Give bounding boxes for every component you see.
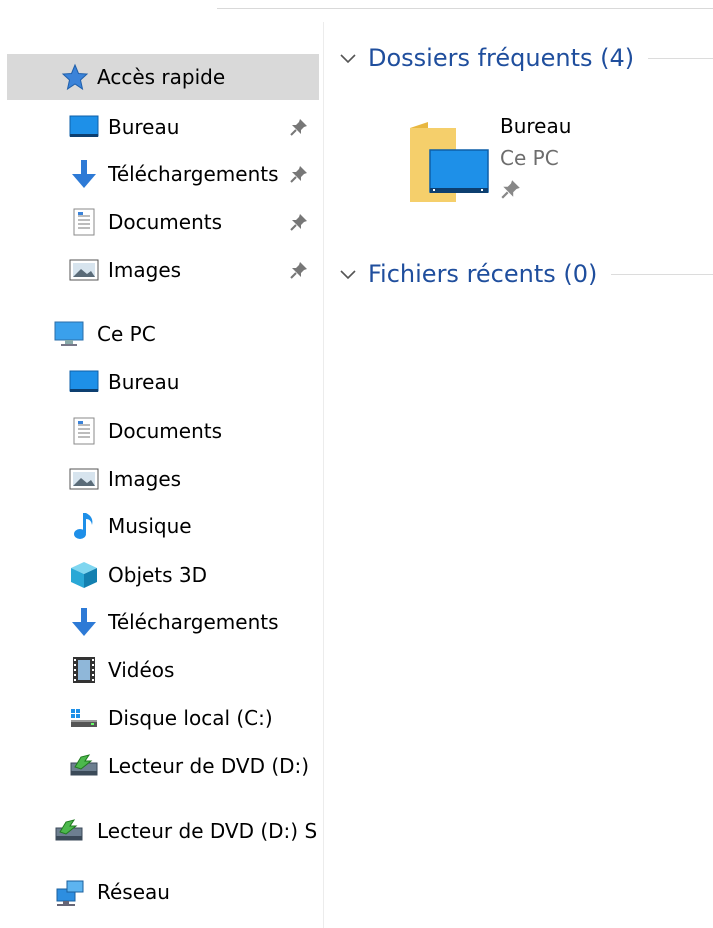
nav-label: Lecteur de DVD (D:) — [108, 754, 310, 778]
nav-pc-images[interactable]: Images — [7, 456, 319, 502]
star-icon — [59, 61, 91, 93]
nav-label: Musique — [108, 514, 192, 538]
nav-label: Objets 3D — [108, 563, 208, 587]
downloads-icon — [68, 606, 100, 638]
desktop-icon — [68, 366, 100, 398]
tile-location: Ce PC — [500, 146, 559, 170]
pin-icon — [500, 178, 522, 200]
nav-quick-images[interactable]: Images — [7, 247, 319, 293]
nav-network[interactable]: Réseau — [7, 869, 319, 915]
nav-pc-local-disk[interactable]: Disque local (C:) — [7, 695, 319, 741]
nav-label: Images — [108, 258, 182, 282]
desktop-icon — [68, 111, 100, 143]
pin-icon[interactable] — [289, 260, 309, 280]
computer-icon — [53, 318, 85, 350]
nav-label: Disque local (C:) — [108, 706, 273, 730]
nav-label: Bureau — [108, 370, 180, 394]
nav-label: Documents — [108, 419, 223, 443]
nav-pc-downloads[interactable]: Téléchargements — [7, 599, 319, 645]
nav-label: Bureau — [108, 115, 180, 139]
pin-icon[interactable] — [289, 117, 309, 137]
nav-label: Accès rapide — [97, 65, 226, 89]
nav-quick-bureau[interactable]: Bureau — [7, 104, 319, 150]
nav-quick-documents[interactable]: Documents — [7, 199, 319, 245]
nav-pc-3d-objects[interactable]: Objets 3D — [7, 552, 319, 598]
pin-icon[interactable] — [289, 164, 309, 184]
documents-icon — [68, 415, 100, 447]
group-title: Dossiers fréquents (4) — [368, 44, 635, 72]
pin-icon[interactable] — [289, 212, 309, 232]
nav-pc-bureau[interactable]: Bureau — [7, 359, 319, 405]
local-disk-icon — [68, 702, 100, 734]
tile-name: Bureau — [500, 114, 572, 138]
network-icon — [53, 876, 85, 908]
nav-quick-downloads[interactable]: Téléchargements — [7, 151, 319, 197]
videos-icon — [68, 654, 100, 686]
nav-quick-access[interactable]: Accès rapide — [7, 54, 319, 100]
dvd-drive-icon — [53, 815, 85, 847]
nav-label: Réseau — [97, 880, 170, 904]
3d-objects-icon — [68, 559, 100, 591]
nav-pc-music[interactable]: Musique — [7, 503, 319, 549]
music-icon — [68, 510, 100, 542]
nav-label: Images — [108, 467, 182, 491]
nav-label: Vidéos — [108, 658, 175, 682]
group-header-recent[interactable]: Fichiers récents (0) — [338, 260, 713, 288]
nav-this-pc[interactable]: Ce PC — [7, 311, 319, 357]
images-icon — [68, 254, 100, 286]
folder-tile-bureau[interactable]: Bureau Ce PC — [406, 110, 666, 206]
group-header-frequent[interactable]: Dossiers fréquents (4) — [338, 44, 713, 72]
nav-pc-documents[interactable]: Documents — [7, 408, 319, 454]
nav-label: Documents — [108, 210, 223, 234]
chevron-down-icon[interactable] — [338, 264, 358, 284]
nav-dvd-root[interactable]: Lecteur de DVD (D:) S — [7, 808, 319, 854]
nav-label: Téléchargements — [108, 610, 279, 634]
group-title: Fichiers récents (0) — [368, 260, 598, 288]
documents-icon — [68, 206, 100, 238]
content-pane: Dossiers fréquents (4) Bureau Ce PC Fich… — [324, 0, 713, 928]
nav-label: Lecteur de DVD (D:) S — [97, 819, 318, 843]
navigation-pane: Accès rapide Bureau Téléchargements Docu… — [0, 0, 323, 928]
dvd-drive-icon — [68, 750, 100, 782]
nav-label: Ce PC — [97, 322, 156, 346]
group-divider — [611, 273, 713, 275]
nav-pc-videos[interactable]: Vidéos — [7, 647, 319, 693]
images-icon — [68, 463, 100, 495]
chevron-down-icon[interactable] — [338, 48, 358, 68]
downloads-icon — [68, 158, 100, 190]
desktop-folder-icon — [406, 116, 490, 204]
group-divider — [648, 57, 713, 59]
nav-pc-dvd[interactable]: Lecteur de DVD (D:) — [7, 743, 319, 789]
nav-label: Téléchargements — [108, 162, 279, 186]
